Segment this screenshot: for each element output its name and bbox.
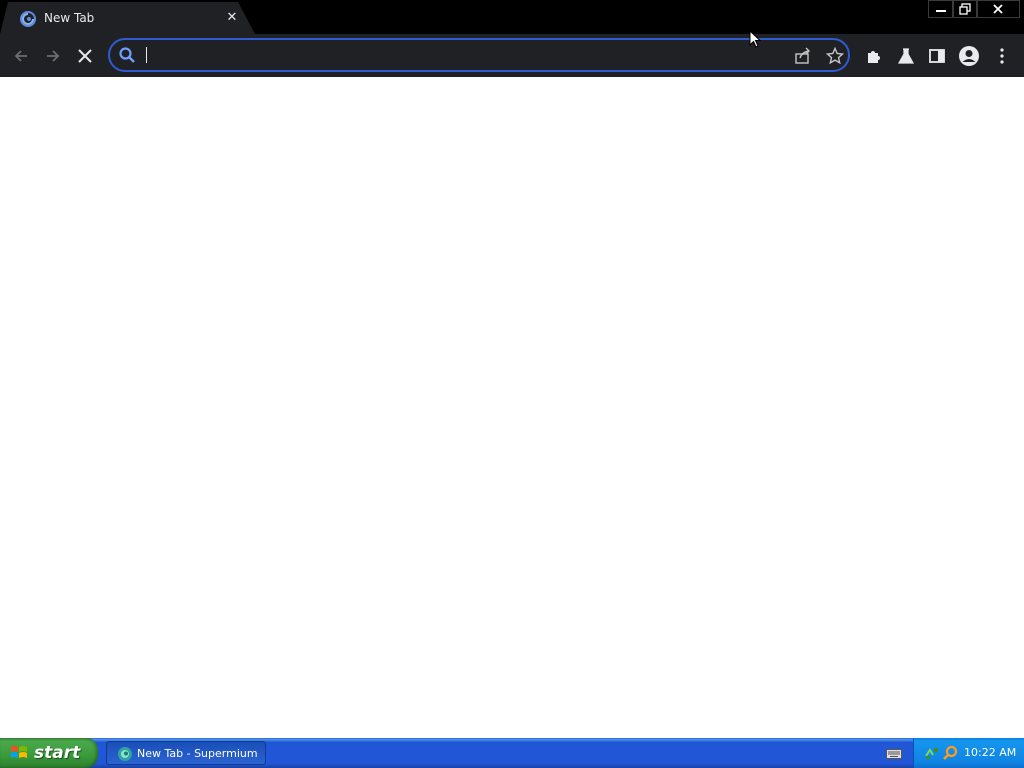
taskbar-item-label: New Tab - Supermium <box>137 747 258 760</box>
minimize-button[interactable] <box>928 0 954 18</box>
supermium-icon <box>20 11 36 27</box>
network-icon[interactable] <box>924 746 940 760</box>
start-button[interactable]: start <box>0 738 98 768</box>
mouse-cursor-icon <box>749 30 761 48</box>
menu-button[interactable] <box>989 43 1015 69</box>
close-tab-icon[interactable]: ✕ <box>224 10 240 26</box>
flask-icon <box>897 48 915 64</box>
forward-button[interactable] <box>40 43 66 69</box>
profile-button[interactable] <box>956 43 982 69</box>
close-window-button[interactable] <box>976 0 1020 18</box>
address-input[interactable] <box>144 45 784 65</box>
windows-logo-icon <box>11 746 27 758</box>
share-icon[interactable] <box>794 47 812 65</box>
omnibox[interactable] <box>108 38 850 72</box>
back-arrow-icon <box>14 50 27 62</box>
back-button[interactable] <box>8 43 34 69</box>
page-content <box>0 77 1024 738</box>
stop-loading-icon <box>78 49 92 63</box>
restore-icon <box>959 3 971 15</box>
tab-title: New Tab <box>44 11 95 25</box>
restore-button[interactable] <box>952 0 978 18</box>
search-icon[interactable] <box>942 745 958 761</box>
taskbar: start New Tab - Supermium 10:22 AM <box>0 738 1024 768</box>
start-label: start <box>34 743 81 763</box>
text-caret <box>146 47 147 63</box>
extensions-button[interactable] <box>861 43 887 69</box>
taskbar-item-supermium[interactable]: New Tab - Supermium <box>106 741 266 765</box>
system-tray: 10:22 AM <box>913 738 1024 768</box>
browser-toolbar <box>0 34 1024 77</box>
star-icon[interactable] <box>826 47 844 65</box>
side-panel-icon <box>929 49 945 63</box>
close-icon <box>993 4 1003 14</box>
profile-avatar-icon <box>959 46 979 66</box>
clock: 10:22 AM <box>964 746 1017 759</box>
keyboard-icon[interactable] <box>886 748 902 760</box>
minimize-icon <box>936 10 946 12</box>
forward-arrow-icon <box>47 50 60 62</box>
search-icon <box>119 47 135 63</box>
puzzle-icon <box>868 51 880 63</box>
side-panel-button[interactable] <box>924 43 950 69</box>
labs-button[interactable] <box>893 43 919 69</box>
stop-button[interactable] <box>72 43 98 69</box>
tab-strip: New Tab ✕ <box>0 0 1024 34</box>
kebab-menu-icon <box>1000 48 1004 64</box>
supermium-icon <box>118 747 132 761</box>
tab-new-tab[interactable]: New Tab ✕ <box>0 2 255 34</box>
